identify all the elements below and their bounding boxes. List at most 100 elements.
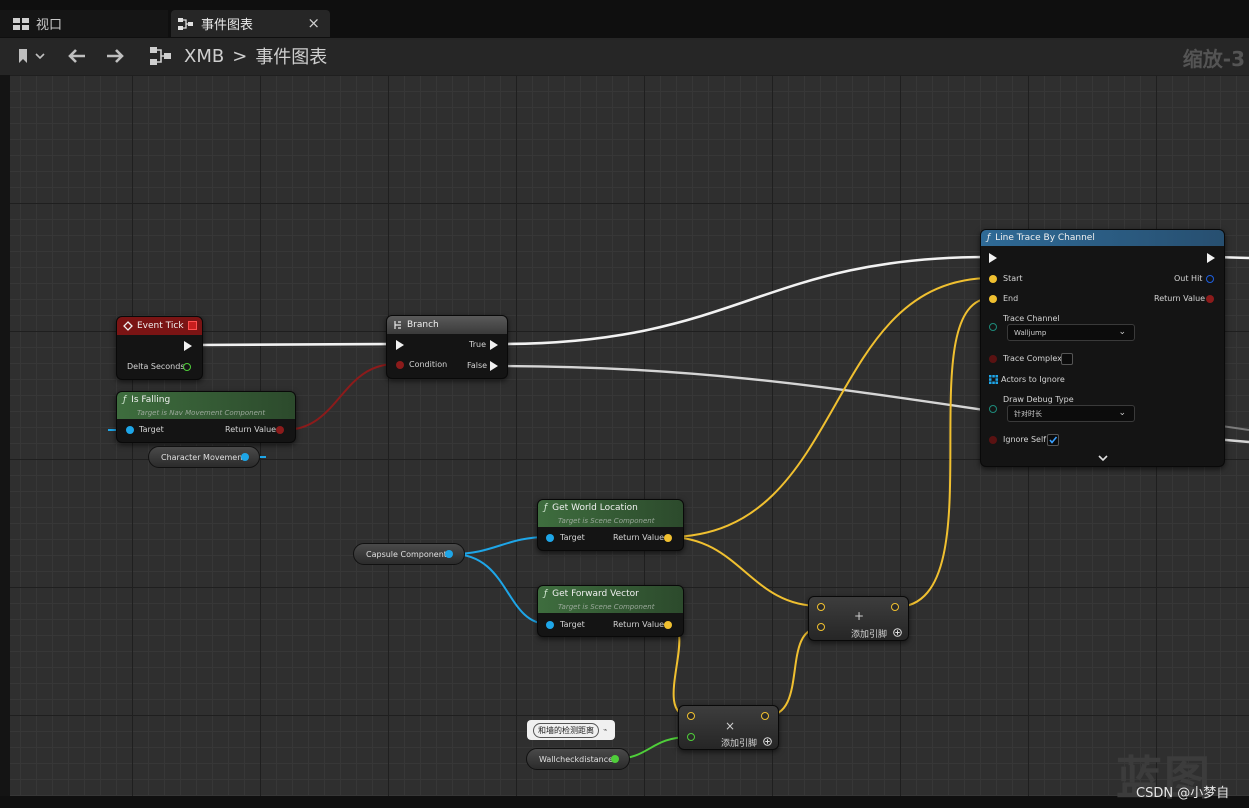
condition-pin[interactable] [396, 361, 404, 369]
end-pin[interactable] [989, 295, 997, 303]
target-pin[interactable] [546, 621, 554, 629]
exec-out-pin[interactable] [1207, 253, 1215, 263]
var-label: Capsule Component [366, 549, 447, 559]
branch-icon [394, 321, 401, 329]
node-branch[interactable]: Branch True Condition False [386, 315, 508, 379]
var-label: Wallcheckdistance [539, 754, 614, 764]
comment-pin-icon[interactable]: ⌁ [603, 726, 607, 734]
node-is-falling[interactable]: ƒ Is Falling Target is Nav Movement Comp… [116, 391, 296, 443]
trace-complex-checkbox[interactable] [1061, 353, 1073, 365]
condition-label: Condition [409, 360, 448, 369]
comment-bubble[interactable]: 和墙的检测距离 ⌁ [527, 720, 616, 740]
trace-channel-pin[interactable] [989, 323, 997, 331]
tab-viewport[interactable]: 视口 [0, 10, 168, 37]
tab-event-graph[interactable]: 事件图表 × [171, 10, 330, 37]
tab-bar: 视口 事件图表 × [0, 0, 1249, 38]
node-subtitle: Target is Nav Movement Component [137, 409, 266, 417]
breadcrumb-page[interactable]: 事件图表 [255, 43, 327, 69]
return-value-label: Return Value [613, 533, 665, 542]
false-exec-pin[interactable] [490, 361, 498, 371]
forward-button[interactable] [104, 44, 126, 68]
exec-in-pin[interactable] [989, 253, 997, 263]
node-get-world-location[interactable]: ƒ Get World Location Target is Scene Com… [537, 499, 684, 551]
target-pin[interactable] [126, 426, 134, 434]
node-get-forward-vector[interactable]: ƒ Get Forward Vector Target is Scene Com… [537, 585, 684, 637]
tab-event-graph-label: 事件图表 [201, 18, 254, 33]
trace-complex-label: Trace Complex [1003, 354, 1062, 363]
var-label: Character Movement [161, 452, 246, 462]
trace-complex-pin[interactable] [989, 355, 997, 363]
var-out-pin[interactable] [611, 755, 619, 763]
end-label: End [1003, 294, 1019, 303]
out-hit-pin[interactable] [1206, 275, 1214, 283]
add-pin-label[interactable]: 添加引脚 [851, 627, 887, 640]
ignore-self-pin[interactable] [989, 436, 997, 444]
event-icon [123, 321, 133, 331]
back-button[interactable] [66, 44, 88, 68]
zoom-level: 缩放-3 [1182, 47, 1245, 71]
output-pin[interactable] [761, 712, 769, 720]
var-out-pin[interactable] [241, 453, 249, 461]
ignore-self-checkbox[interactable] [1047, 434, 1059, 446]
var-character-movement[interactable]: Character Movement [148, 446, 260, 468]
node-line-trace-by-channel[interactable]: ƒ Line Trace By Channel Start Out Hit En… [980, 229, 1225, 467]
draw-debug-pin[interactable] [989, 405, 997, 413]
node-header: Branch [387, 316, 507, 334]
input-b-pin[interactable] [687, 733, 695, 741]
chevron-down-icon: ⌄ [1118, 327, 1126, 337]
node-multiply-vector[interactable]: × 添加引脚 [678, 705, 779, 750]
return-value-pin[interactable] [1206, 295, 1214, 303]
exec-out-pin[interactable] [184, 341, 192, 351]
false-label: False [467, 361, 488, 370]
return-value-pin[interactable] [276, 426, 284, 434]
dropdown-value: Walljump [1014, 328, 1047, 337]
true-exec-pin[interactable] [490, 340, 498, 350]
node-add-vector[interactable]: + 添加引脚 [808, 596, 909, 641]
return-value-pin[interactable] [664, 621, 672, 629]
target-label: Target [139, 425, 164, 434]
function-icon: ƒ [987, 233, 991, 243]
breadcrumb-separator: > [232, 45, 248, 67]
add-pin-label[interactable]: 添加引脚 [721, 736, 757, 749]
return-value-pin[interactable] [664, 534, 672, 542]
dropdown-value: 针对时长 [1014, 409, 1042, 418]
add-circle-icon[interactable] [893, 628, 902, 637]
array-pin-icon[interactable] [989, 375, 998, 384]
node-header: Event Tick [117, 317, 202, 335]
return-value-label: Return Value [613, 620, 665, 629]
function-icon: ƒ [544, 589, 548, 599]
arrow-right-icon [107, 49, 124, 63]
trace-channel-dropdown[interactable]: Walljump ⌄ [1007, 324, 1135, 341]
bookmark-dropdown[interactable] [16, 44, 46, 68]
add-circle-icon[interactable] [763, 737, 772, 746]
node-event-tick[interactable]: Event Tick Delta Seconds [116, 316, 203, 380]
input-a-pin[interactable] [687, 712, 695, 720]
input-b-pin[interactable] [817, 623, 825, 631]
multiply-symbol: × [725, 719, 736, 733]
node-header: ƒ Is Falling Target is Nav Movement Comp… [117, 392, 295, 419]
expand-chevron-icon[interactable] [1098, 455, 1108, 462]
chevron-down-icon: ⌄ [1118, 408, 1126, 418]
graph-icon [178, 17, 193, 30]
start-label: Start [1003, 274, 1023, 283]
return-value-label: Return Value [1154, 294, 1206, 303]
var-out-pin[interactable] [445, 550, 453, 558]
breadcrumb-root[interactable]: XMB [184, 46, 224, 67]
node-title: Get World Location [552, 503, 638, 513]
function-icon: ƒ [544, 503, 548, 513]
var-capsule-component[interactable]: Capsule Component [353, 543, 465, 565]
delegate-pin[interactable] [188, 321, 197, 330]
target-label: Target [560, 533, 585, 542]
delta-seconds-pin[interactable] [183, 363, 191, 371]
output-pin[interactable] [891, 603, 899, 611]
node-subtitle: Target is Scene Component [558, 603, 655, 611]
check-icon [1049, 436, 1058, 444]
start-pin[interactable] [989, 275, 997, 283]
target-pin[interactable] [546, 534, 554, 542]
var-wallcheckdistance[interactable]: Wallcheckdistance [526, 748, 630, 770]
close-tab-icon[interactable]: × [307, 14, 320, 32]
exec-in-pin[interactable] [396, 340, 404, 350]
node-title: Get Forward Vector [552, 589, 639, 599]
draw-debug-dropdown[interactable]: 针对时长 ⌄ [1007, 405, 1135, 422]
input-a-pin[interactable] [817, 603, 825, 611]
